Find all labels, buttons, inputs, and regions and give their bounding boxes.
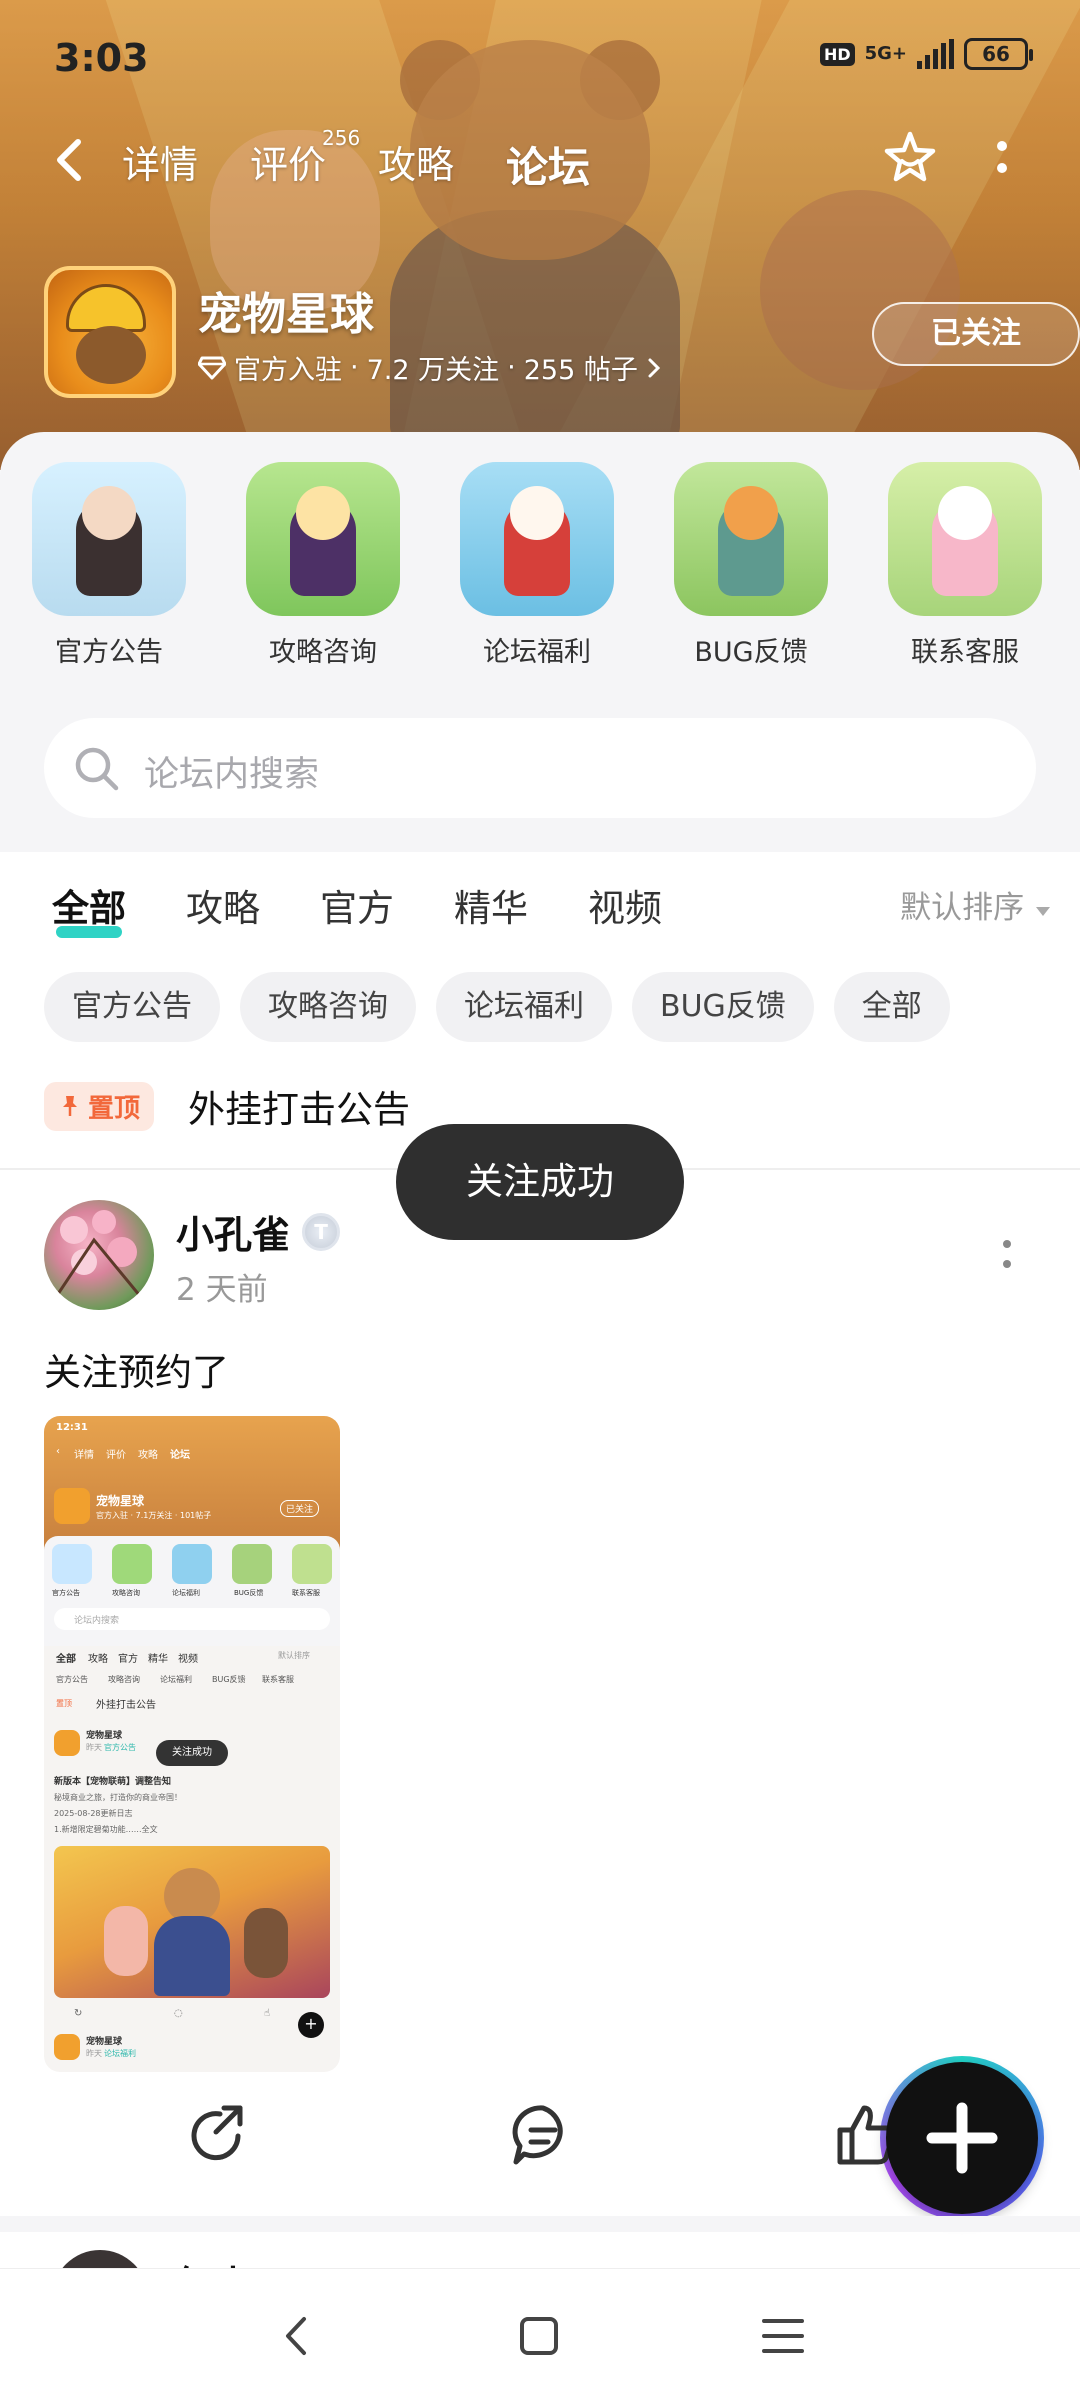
comment-icon[interactable]: [508, 2100, 578, 2170]
game-icon[interactable]: [44, 266, 176, 398]
tab-forum[interactable]: 论坛: [506, 134, 591, 195]
tab-reviews[interactable]: 评价 256: [250, 126, 360, 195]
followers-count: 7.2 万关注: [366, 355, 500, 386]
create-post-button[interactable]: [880, 2056, 1044, 2220]
favorite-icon[interactable]: [880, 128, 940, 188]
search-placeholder: 论坛内搜索: [144, 755, 320, 795]
chip-guides[interactable]: 攻略咨询: [240, 972, 416, 1042]
level-badge: T: [302, 1212, 341, 1251]
tab-guides[interactable]: 攻略: [378, 134, 454, 195]
pin-icon: [63, 1096, 77, 1116]
bug-thumbnail: [674, 462, 828, 616]
benefit-thumbnail: [460, 462, 614, 616]
back-icon[interactable]: [50, 138, 90, 182]
divider: [0, 2216, 1080, 2232]
clock: 3:03: [54, 36, 149, 80]
chip-benefits[interactable]: 论坛福利: [436, 972, 612, 1042]
filter-tabs: 全部 攻略 官方 精华 视频 默认排序: [52, 878, 1052, 948]
chip-bug-report[interactable]: BUG反馈: [632, 972, 814, 1042]
signal-icon: [917, 39, 954, 69]
post-author[interactable]: 小孔雀 T: [176, 1204, 341, 1259]
service-thumbnail: [888, 462, 1042, 616]
avatar[interactable]: [44, 1200, 154, 1310]
tab-details[interactable]: 详情: [122, 134, 198, 195]
post-author: 红山三: [176, 2254, 290, 2268]
review-count: 256: [322, 126, 361, 150]
diamond-icon: [198, 356, 226, 379]
category-guides[interactable]: 攻略咨询: [246, 462, 400, 669]
hd-icon: HD: [819, 42, 855, 66]
chevron-right-icon: [648, 358, 660, 377]
sort-dropdown[interactable]: 默认排序: [900, 882, 1052, 927]
system-menu-icon[interactable]: [756, 2309, 810, 2363]
game-header: 宠物星球 官方入驻 · 7.2 万关注 · 255 帖子 已关注: [44, 266, 1080, 406]
category-announcements[interactable]: 官方公告: [32, 462, 186, 669]
verified-label: 官方入驻: [234, 355, 342, 386]
search-icon: [75, 747, 119, 791]
top-nav: 详情 评价 256 攻略 论坛: [0, 120, 1080, 200]
pinned-title: 外挂打击公告: [188, 1088, 411, 1131]
category-benefits[interactable]: 论坛福利: [460, 462, 614, 669]
system-back-icon[interactable]: [270, 2309, 324, 2363]
avatar: [52, 2250, 148, 2268]
guide-thumbnail: [246, 462, 400, 616]
posts-count[interactable]: 255 帖子: [524, 348, 638, 387]
pinned-badge: 置顶: [44, 1081, 155, 1131]
chip-announcements[interactable]: 官方公告: [44, 972, 220, 1042]
battery-icon: 66: [964, 38, 1033, 70]
post-text: 关注预约了: [44, 1351, 229, 1394]
post-time: 2 天前: [176, 1272, 268, 1308]
system-nav-bar: [0, 2268, 1080, 2400]
category-chips: 官方公告 攻略咨询 论坛福利 BUG反馈 全部: [44, 972, 950, 1042]
game-title: 宠物星球: [198, 289, 374, 340]
caret-down-icon: [1036, 907, 1050, 916]
toast-message: 关注成功: [396, 1124, 684, 1240]
filter-tab-guides[interactable]: 攻略: [186, 878, 260, 932]
filter-tab-official[interactable]: 官方: [320, 878, 394, 932]
post-image[interactable]: 12:31 ‹ 详情 评价 攻略 论坛 宠物星球 官方入驻 · 7.1万关注 ·…: [44, 1416, 340, 2072]
system-home-icon[interactable]: [512, 2309, 566, 2363]
plus-icon: [926, 2102, 998, 2174]
post-more-icon[interactable]: [1000, 1238, 1014, 1272]
network-label: 5G+: [864, 43, 907, 64]
category-customer-service[interactable]: 联系客服: [888, 462, 1042, 669]
followed-button[interactable]: 已关注: [872, 302, 1080, 366]
forum-panel: 官方公告 攻略咨询 论坛福利 BUG反馈 联系客服 论坛内搜索: [0, 432, 1080, 852]
next-post[interactable]: 红山三: [0, 2232, 1080, 2268]
share-icon[interactable]: [182, 2100, 252, 2170]
filter-tab-video[interactable]: 视频: [588, 878, 662, 932]
chip-all[interactable]: 全部: [833, 972, 950, 1042]
forum-search[interactable]: 论坛内搜索: [44, 718, 1036, 818]
game-stats: 官方入驻 · 7.2 万关注 · 255 帖子: [198, 348, 662, 387]
status-bar: 3:03 HD 5G+ 66: [0, 30, 1080, 90]
category-bug-report[interactable]: BUG反馈: [674, 462, 828, 669]
announcement-thumbnail: [32, 462, 186, 616]
filter-tab-all[interactable]: 全部: [52, 878, 126, 938]
filter-tab-featured[interactable]: 精华: [454, 878, 528, 932]
more-icon[interactable]: [990, 138, 1014, 182]
